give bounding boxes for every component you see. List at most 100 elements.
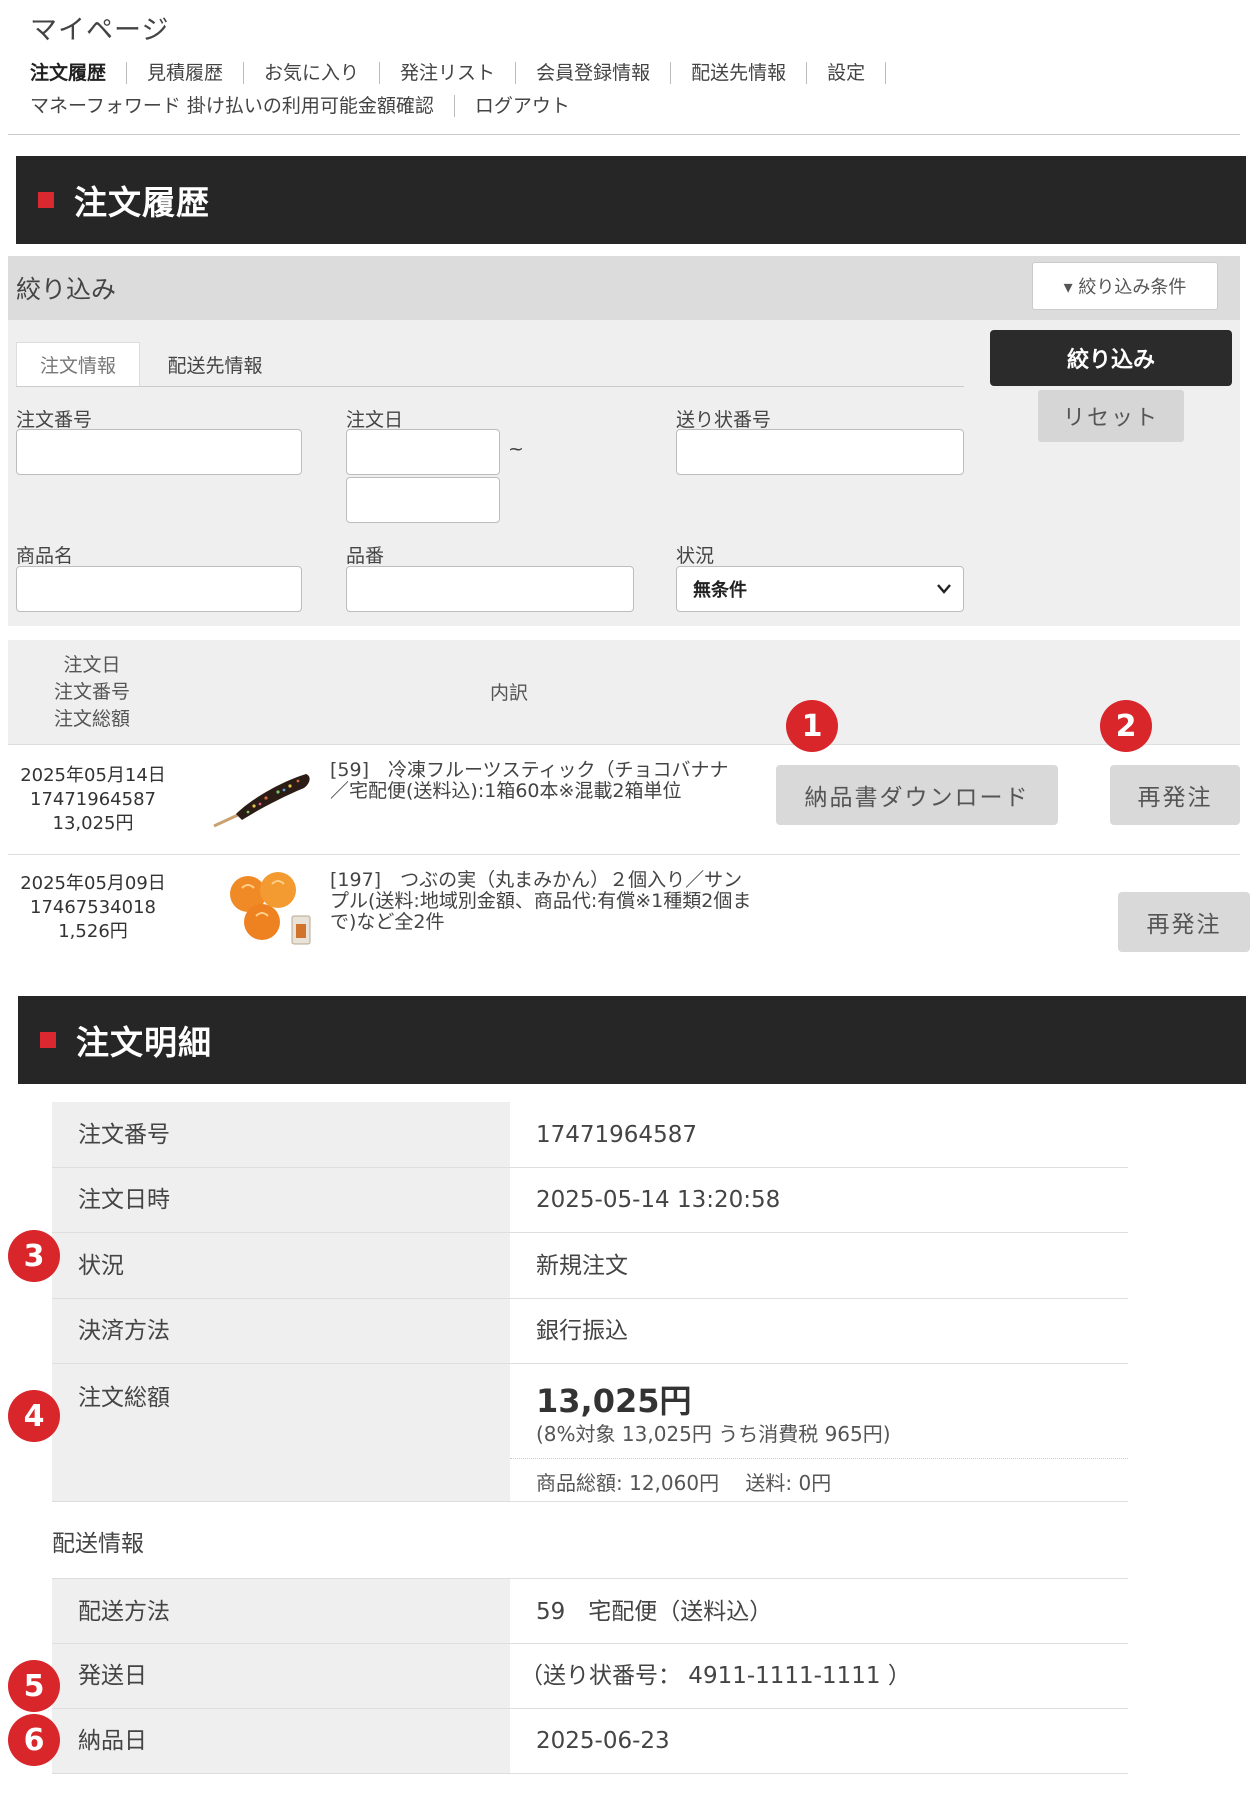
detail-row-status: 状況 新規注文	[52, 1233, 1128, 1299]
detail-key: 注文総額	[52, 1364, 510, 1501]
nav-order-history[interactable]: 注文履歴	[30, 62, 128, 84]
callout-badge-4: 4	[8, 1390, 60, 1442]
product-name-input[interactable]	[16, 566, 302, 612]
nav-logout[interactable]: ログアウト	[455, 95, 590, 117]
filter-submit-button[interactable]: 絞り込み	[990, 330, 1232, 386]
nav-member-info[interactable]: 会員登録情報	[516, 62, 672, 84]
order-date-label: 注文日	[346, 409, 404, 431]
tax-note: (8%対象 13,025円 うち消費税 965円)	[536, 1422, 891, 1446]
chevron-down-icon	[937, 584, 951, 594]
nav-moneyforward-credit[interactable]: マネーフォワード 掛け払いの利用可能金額確認	[30, 95, 455, 117]
nav-shipping-address[interactable]: 配送先情報	[671, 62, 808, 84]
order-number-label: 注文番号	[16, 409, 93, 431]
tab-shipping-info[interactable]: 配送先情報	[150, 342, 280, 386]
row-divider	[8, 744, 1240, 745]
callout-badge-6: 6	[8, 1714, 60, 1766]
nav-favorites[interactable]: お気に入り	[244, 62, 381, 84]
detail-value: 59 宅配便（送料込）	[536, 1599, 773, 1625]
red-square-icon	[40, 1032, 56, 1048]
detail-key: 配送方法	[52, 1579, 510, 1643]
header-order-date: 注文日	[63, 654, 121, 676]
table-row-meta: 2025年05月09日 17467534018 1,526円	[12, 872, 174, 944]
detail-row-payment: 決済方法 銀行振込	[52, 1299, 1128, 1364]
header-order-number: 注文番号	[53, 681, 130, 703]
order-total: 13,025円	[52, 813, 134, 834]
tab-order-info[interactable]: 注文情報	[16, 342, 140, 386]
product-name-label: 商品名	[16, 545, 74, 567]
nav-settings[interactable]: 設定	[807, 62, 887, 84]
detail-row-ship-date: 発送日 （送り状番号： 4911-1111-1111 ）	[52, 1644, 1128, 1709]
order-detail-header: 注文明細	[18, 996, 1246, 1084]
order-line-1: [59] 冷凍フルーツスティック（チョコバナナ	[330, 760, 729, 781]
status-label: 状況	[676, 545, 715, 567]
order-breakdown[interactable]: [59] 冷凍フルーツスティック（チョコバナナ ／宅配便(送料込):1箱60本※…	[330, 760, 770, 802]
order-line-2: ／宅配便(送料込):1箱60本※混載2箱単位	[330, 780, 682, 802]
order-history-header: 注文履歴	[16, 156, 1246, 244]
order-date-from-input[interactable]	[346, 429, 500, 475]
order-breakdown[interactable]: [197] つぶの実（丸まみかん）２個入り／サン プル(送料:地域別金額、商品代…	[330, 870, 830, 933]
order-line-2: プル(送料:地域別金額、商品代:有償※1種類2個ま	[330, 890, 752, 912]
mypage-nav-row1: 注文履歴 見積履歴 お気に入り 発注リスト 会員登録情報 配送先情報 設定	[30, 62, 887, 84]
detail-key: 注文日時	[52, 1168, 510, 1232]
product-code-input[interactable]	[346, 566, 634, 612]
order-history-title: 注文履歴	[74, 183, 210, 222]
detail-key: 状況	[52, 1233, 510, 1298]
orders-table-header	[8, 640, 1240, 744]
product-thumbnail-choco-banana	[213, 774, 310, 828]
filter-title: 絞り込み	[16, 275, 117, 304]
order-total: 1,526円	[58, 921, 128, 942]
filter-reset-button[interactable]: リセット	[1038, 390, 1184, 442]
date-range-separator: ~	[508, 438, 524, 460]
order-date: 2025年05月14日	[20, 765, 166, 786]
order-number: 17471964587	[30, 789, 156, 810]
table-row-meta: 2025年05月14日 17471964587 13,025円	[12, 764, 174, 836]
order-date: 2025年05月09日	[20, 873, 166, 894]
detail-key: 納品日	[52, 1709, 510, 1773]
detail-row-shipping-method: 配送方法 59 宅配便（送料込）	[52, 1578, 1128, 1644]
callout-badge-2: 2	[1100, 700, 1152, 752]
order-line-3: で)など全2件	[330, 911, 445, 933]
tab-underline	[16, 386, 964, 387]
shipping-info-title: 配送情報	[52, 1531, 144, 1557]
product-code-label: 品番	[346, 545, 385, 567]
page-title: マイページ	[30, 15, 170, 46]
detail-key: 発送日	[52, 1644, 510, 1708]
filter-conditions-button[interactable]: ▾ 絞り込み条件	[1032, 262, 1218, 310]
orders-header-left: 注文日 注文番号 注文総額	[52, 652, 132, 733]
detail-total-values: 13,025円 (8%対象 13,025円 うち消費税 965円) 商品総額: …	[510, 1364, 1128, 1501]
order-number-input[interactable]	[16, 429, 302, 475]
order-line-1: [197] つぶの実（丸まみかん）２個入り／サン	[330, 869, 743, 891]
detail-value: 2025-05-14 13:20:58	[536, 1187, 781, 1213]
reorder-button[interactable]: 再発注	[1118, 892, 1250, 952]
mypage-nav-row2: マネーフォワード 掛け払いの利用可能金額確認 ログアウト	[30, 95, 590, 117]
total-amount: 13,025円	[536, 1382, 692, 1420]
order-detail-title: 注文明細	[76, 1023, 212, 1062]
detail-value: 銀行振込	[536, 1318, 628, 1344]
product-thumbnail-kumquat	[230, 872, 311, 945]
subtotal-breakdown: 商品総額: 12,060円 送料: 0円	[510, 1458, 1128, 1496]
detail-value: 17471964587	[536, 1122, 697, 1148]
detail-row-total: 注文総額 13,025円 (8%対象 13,025円 うち消費税 965円) 商…	[52, 1364, 1128, 1502]
tracking-number-label: 送り状番号	[676, 409, 772, 431]
order-number: 17467534018	[30, 897, 156, 918]
nav-divider	[8, 134, 1240, 135]
detail-value: 新規注文	[536, 1253, 628, 1279]
order-date-to-input[interactable]	[346, 477, 500, 523]
nav-order-list[interactable]: 発注リスト	[380, 62, 517, 84]
callout-badge-3: 3	[8, 1230, 60, 1282]
status-select[interactable]: 無条件	[676, 566, 964, 612]
detail-row-delivery-date: 納品日 2025-06-23	[52, 1709, 1128, 1774]
tracking-number-input[interactable]	[676, 429, 964, 475]
detail-key: 決済方法	[52, 1299, 510, 1363]
invoice-download-button[interactable]: 納品書ダウンロード	[776, 765, 1058, 825]
detail-row-order-datetime: 注文日時 2025-05-14 13:20:58	[52, 1168, 1128, 1233]
status-select-value: 無条件	[693, 580, 747, 601]
reorder-button[interactable]: 再発注	[1110, 765, 1240, 825]
header-breakdown: 内訳	[490, 682, 529, 704]
detail-value: 2025-06-23	[536, 1728, 670, 1754]
callout-badge-5: 5	[8, 1660, 60, 1712]
callout-badge-1: 1	[786, 700, 838, 752]
red-square-icon	[38, 192, 54, 208]
nav-quote-history[interactable]: 見積履歴	[127, 62, 245, 84]
row-divider	[8, 854, 1240, 855]
